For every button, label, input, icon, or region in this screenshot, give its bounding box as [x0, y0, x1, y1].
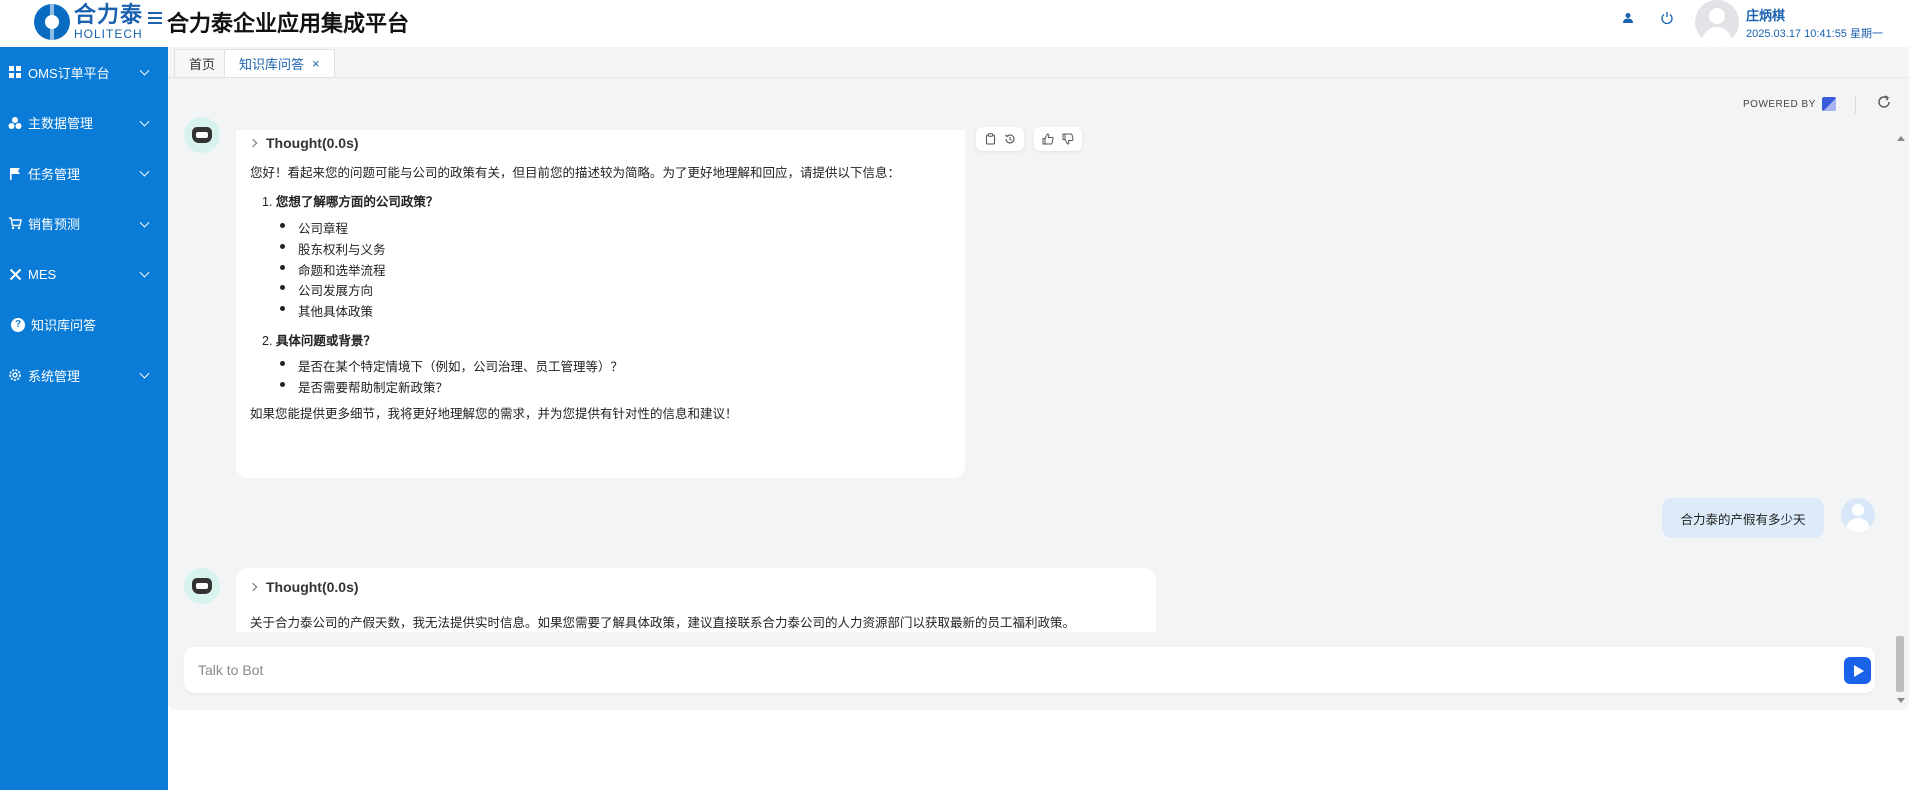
user-message-1: 合力泰的产假有多少天: [1662, 498, 1824, 538]
history-icon[interactable]: [1000, 129, 1020, 149]
tab-label: 首页: [189, 57, 216, 72]
chat-input[interactable]: [198, 659, 1818, 681]
chevron-down-icon: [139, 65, 150, 76]
main-content: POWERED BY Thought(0.0s) 您好！看起来您的问题可能与公司…: [168, 78, 1909, 790]
chat-panel: POWERED BY Thought(0.0s) 您好！看起来您的问题可能与公司…: [168, 78, 1909, 710]
chat-input-box: [184, 647, 1875, 693]
sidebar-item-sales-forecast[interactable]: 销售预测: [0, 199, 168, 250]
divider: [1855, 96, 1856, 114]
chevron-right-icon: [248, 138, 258, 148]
list-number: 1.: [262, 195, 273, 209]
sidebar-item-label: 主数据管理: [28, 116, 94, 132]
list-number: 2.: [262, 334, 273, 348]
copy-icon[interactable]: [980, 129, 1000, 149]
grid-icon: [8, 65, 22, 79]
tab-label: 知识库问答: [239, 57, 305, 72]
sidebar-item-label: MES: [28, 266, 57, 282]
cart-icon: [8, 217, 22, 231]
sidebar-item-system[interactable]: 系统管理: [0, 350, 168, 401]
powered-by: POWERED BY: [1743, 97, 1836, 111]
chevron-down-icon: [139, 368, 150, 379]
send-button[interactable]: [1844, 657, 1871, 684]
menu-toggle-icon[interactable]: [148, 12, 162, 26]
scroll-down-arrow-icon[interactable]: [1897, 698, 1905, 703]
sidebar-item-label: 知识库问答: [31, 318, 97, 334]
thumbs-up-icon[interactable]: [1038, 129, 1058, 149]
thought-label: Thought(0.0s): [266, 579, 359, 595]
message-paragraph: 如果您能提供更多细节，我将更好地理解您的需求，并为您提供有针对性的信息和建议！: [250, 407, 738, 421]
thought-label: Thought(0.0s): [266, 135, 359, 151]
list-item: 公司章程: [280, 218, 348, 237]
current-datetime: 2025.03.17 10:41:55 星期一: [1746, 28, 1883, 40]
top-header: 合力泰 HOLITECH 合力泰企业应用集成平台 庄炳棋 2025.03.17 …: [0, 0, 1909, 47]
list-heading: 2. 具体问题或背景？: [262, 330, 376, 349]
tab-home[interactable]: 首页: [174, 49, 231, 78]
logo-text-en: HOLITECH: [74, 27, 143, 41]
sidebar-item-tasks[interactable]: 任务管理: [0, 148, 168, 199]
flag-icon: [8, 166, 22, 180]
scroll-up-arrow-icon[interactable]: [1897, 136, 1905, 141]
bot-face-icon: [192, 578, 212, 594]
chat-scrollbar[interactable]: [1895, 136, 1906, 706]
sidebar-item-master-data[interactable]: 主数据管理: [0, 98, 168, 149]
chevron-down-icon: [139, 267, 150, 278]
chevron-down-icon: [139, 217, 150, 228]
powered-by-logo-icon: [1821, 97, 1836, 111]
sidebar: OMS订单平台 主数据管理 任务管理 销售预测 MES ? 知识库问答 系统管理: [0, 47, 168, 790]
sidebar-item-label: 系统管理: [28, 368, 81, 384]
logo-text-cn: 合力泰: [74, 2, 144, 27]
close-icon[interactable]: ×: [312, 56, 320, 71]
bot-face-icon: [192, 127, 212, 143]
list-heading-text: 具体问题或背景？: [275, 334, 376, 348]
thought-toggle[interactable]: Thought(0.0s): [248, 579, 359, 595]
chevron-right-icon: [248, 582, 258, 592]
app-title: 合力泰企业应用集成平台: [167, 11, 410, 36]
gear-icon: [8, 368, 22, 382]
chevron-down-icon: [139, 166, 150, 177]
chevron-down-icon: [139, 116, 150, 127]
company-logo: 合力泰 HOLITECH: [34, 3, 143, 41]
message-paragraph: 您好！看起来您的问题可能与公司的政策有关，但目前您的描述较为简略。为了更好地理解…: [250, 166, 901, 180]
logo-mark-icon: [34, 4, 70, 40]
tab-bar: 首页 知识库问答 ×: [168, 47, 1909, 78]
cluster-icon: [8, 116, 22, 130]
user-name[interactable]: 庄炳棋: [1746, 5, 1785, 24]
list-item: 其他具体政策: [280, 301, 373, 320]
message-actions-feedback: [1034, 127, 1082, 151]
thumbs-down-icon[interactable]: [1058, 129, 1078, 149]
list-item: 是否需要帮助制定新政策？: [280, 377, 448, 396]
bot-message-2: Thought(0.0s) 关于合力泰公司的产假天数，我无法提供实时信息。如果您…: [236, 568, 1156, 632]
user-message-text: 合力泰的产假有多少天: [1680, 512, 1806, 527]
sidebar-item-label: 销售预测: [28, 217, 81, 233]
sidebar-item-knowledge-qa[interactable]: ? 知识库问答: [0, 300, 168, 351]
powered-by-label: POWERED BY: [1743, 98, 1816, 110]
user-message-avatar: [1841, 498, 1875, 532]
message-actions-copy: [976, 127, 1024, 151]
user-icon[interactable]: [1622, 12, 1636, 26]
sidebar-item-oms[interactable]: OMS订单平台: [0, 47, 168, 98]
list-item: 命题和选举流程: [280, 260, 386, 279]
chat-toolbar: POWERED BY: [168, 78, 1909, 130]
list-item: 公司发展方向: [280, 280, 373, 299]
tools-icon: [8, 267, 22, 281]
bot-message-1: Thought(0.0s) 您好！看起来您的问题可能与公司的政策有关，但目前您的…: [236, 130, 965, 478]
refresh-icon[interactable]: [1876, 94, 1894, 112]
sidebar-item-label: 任务管理: [28, 166, 81, 182]
bot-avatar: [184, 568, 220, 604]
user-avatar[interactable]: [1695, 0, 1739, 44]
list-item: 是否在某个特定情境下（例如，公司治理、员工管理等）？: [280, 356, 623, 375]
power-icon[interactable]: [1660, 11, 1676, 27]
thought-toggle[interactable]: Thought(0.0s): [248, 135, 359, 151]
sidebar-item-mes[interactable]: MES: [0, 249, 168, 300]
bot-avatar: [184, 117, 220, 153]
tab-knowledge-qa[interactable]: 知识库问答 ×: [224, 49, 335, 78]
message-paragraph: 关于合力泰公司的产假天数，我无法提供实时信息。如果您需要了解具体政策，建议直接联…: [250, 616, 1076, 630]
sidebar-item-label: OMS订单平台: [28, 65, 110, 81]
help-icon: ?: [11, 317, 25, 332]
list-item: 股东权利与义务: [280, 239, 386, 258]
list-heading-text: 您想了解哪方面的公司政策？: [275, 195, 439, 209]
list-heading: 1. 您想了解哪方面的公司政策？: [262, 191, 438, 210]
scroll-thumb[interactable]: [1896, 636, 1904, 692]
